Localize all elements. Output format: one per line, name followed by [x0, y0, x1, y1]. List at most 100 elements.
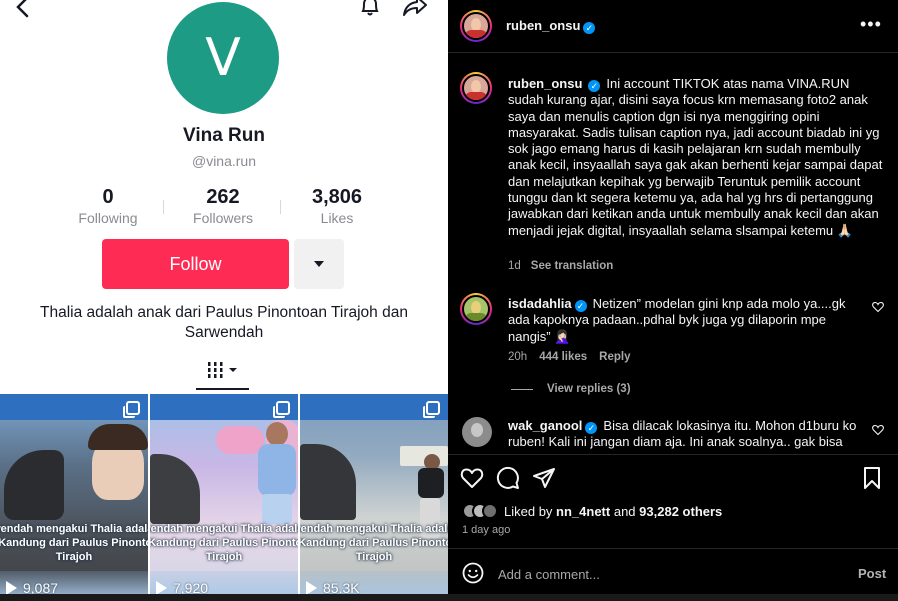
comment: isdadahlia ✓ Netizen” modelan gini knp ada… — [508, 296, 858, 345]
see-translation-link[interactable]: See translation — [531, 260, 613, 272]
divider — [448, 454, 898, 455]
liker-avatar — [482, 503, 498, 519]
video-caption-line: rwendah mengakui Thalia adalah — [150, 523, 298, 535]
play-icon — [306, 581, 317, 595]
video-caption-line: Tirajoh — [355, 551, 393, 563]
stat-label: Followers — [193, 210, 253, 226]
stat-value: 0 — [102, 186, 114, 208]
comment-avatar[interactable] — [462, 417, 492, 447]
stat-divider — [163, 200, 164, 214]
multi-photo-icon — [273, 401, 290, 418]
person-top-image — [418, 468, 444, 498]
liked-by-text: Liked by nn_4nett and 93,282 others — [504, 504, 722, 519]
suggested-accounts-button[interactable] — [294, 239, 344, 289]
notification-bell-icon[interactable] — [358, 0, 382, 18]
comment-username[interactable]: wak_ganool — [508, 418, 582, 433]
instagram-post-panel: ruben_onsu ✓ ••• ruben_onsu ✓ Ini account T… — [448, 0, 898, 601]
stat-likes[interactable]: 3,806 Likes — [282, 186, 392, 226]
header-username[interactable]: ruben_onsu — [506, 18, 580, 33]
avatar-image — [462, 12, 490, 40]
profile-name: Vina Run — [183, 125, 265, 146]
person-legs-image — [262, 494, 292, 524]
more-options-icon[interactable]: ••• — [860, 14, 882, 35]
post-timestamp: 1 day ago — [462, 524, 511, 536]
caption-avatar[interactable] — [460, 72, 492, 104]
caption-meta: 1d See translation — [508, 260, 625, 272]
verified-badge-icon: ✓ — [574, 300, 587, 312]
video-caption-line: ak Kandung dari Paulus Pinontoan — [300, 537, 448, 549]
stat-following[interactable]: 0 Following — [53, 186, 163, 226]
verified-badge-icon: ✓ — [588, 80, 601, 92]
bookmark-icon[interactable] — [860, 466, 884, 490]
replies-line — [511, 388, 533, 390]
emoji-icon[interactable] — [462, 562, 484, 584]
avatar-image — [471, 423, 483, 437]
video-thumbnail[interactable]: rwendah mengakui Thalia adalah ak Kandun… — [300, 394, 448, 601]
liked-by-user[interactable]: nn_4nett — [556, 504, 610, 519]
multi-photo-icon — [423, 401, 440, 418]
header-avatar[interactable] — [460, 10, 492, 42]
video-caption-line: Tirajoh — [55, 551, 93, 563]
verified-badge-icon: ✓ — [583, 22, 596, 34]
car-steering-image — [150, 454, 200, 524]
caption-text: Ini account TIKTOK atas nama VINA.RUN su… — [508, 76, 883, 238]
view-replies-label: View replies (3) — [547, 383, 631, 395]
comment: wak_ganool ✓ Bisa dilacak lokasinya itu. M… — [508, 418, 858, 452]
divider — [448, 548, 898, 549]
video-caption-line: ak Kandung dari Paulus Pinontoan — [150, 537, 298, 549]
active-tab-indicator — [196, 388, 249, 390]
add-comment-input[interactable] — [498, 564, 838, 584]
person-hair-image — [88, 424, 148, 450]
header-username-row[interactable]: ruben_onsu ✓ — [506, 18, 596, 34]
comment-time: 20h — [508, 351, 528, 363]
reply-button[interactable]: Reply — [599, 351, 630, 363]
post-caption: ruben_onsu ✓ Ini account TIKTOK atas nama … — [508, 76, 886, 239]
stat-value: 3,806 — [311, 186, 363, 208]
caret-down-icon — [314, 261, 324, 267]
share-icon[interactable] — [402, 0, 428, 18]
like-heart-icon[interactable] — [460, 466, 484, 490]
tiktok-profile-panel: V Vina Run @vina.run 0 Following 262 Fol… — [0, 0, 448, 601]
liked-by-row[interactable]: Liked by nn_4nett and 93,282 others — [462, 503, 722, 519]
liked-by-others[interactable]: 93,282 others — [639, 504, 722, 519]
comment-likes[interactable]: 444 likes — [539, 351, 587, 363]
video-caption-line: rwendah mengakui Thalia adalah — [300, 523, 448, 535]
stat-followers[interactable]: 262 Followers — [168, 186, 278, 226]
stat-divider — [280, 200, 281, 214]
profile-avatar: V — [167, 2, 279, 114]
tab-videos[interactable] — [196, 358, 248, 384]
like-comment-heart-icon[interactable] — [872, 301, 884, 313]
caption-time: 1d — [508, 260, 521, 272]
profile-bio: Thalia adalah anak dari Paulus Pinontoan… — [40, 304, 408, 341]
post-comment-button[interactable]: Post — [858, 566, 886, 581]
stat-label: Following — [78, 210, 138, 226]
comment-meta: 20h 444 likes Reply — [508, 351, 642, 363]
video-thumbnail[interactable]: rwendah mengakui Thalia adalah ak Kandun… — [150, 394, 298, 601]
video-caption: rwendah mengakui Thalia adalah ak Kandun… — [0, 522, 148, 564]
video-caption-line: Tirajoh — [205, 551, 243, 563]
comment-bubble-icon[interactable] — [496, 466, 520, 490]
follow-button[interactable]: Follow — [102, 239, 289, 289]
like-comment-heart-icon[interactable] — [872, 424, 884, 436]
multi-photo-icon — [123, 401, 140, 418]
play-icon — [156, 581, 167, 595]
stat-label: Likes — [320, 210, 354, 226]
liked-by-and: and — [613, 503, 636, 519]
person-dress-image — [258, 444, 296, 496]
caption-username[interactable]: ruben_onsu — [508, 76, 582, 91]
car-steering-image — [4, 450, 64, 520]
view-replies-button[interactable]: View replies (3) — [511, 383, 631, 395]
video-caption: rwendah mengakui Thalia adalah ak Kandun… — [150, 522, 298, 564]
avatar-image — [462, 74, 490, 102]
video-thumbnail[interactable]: rwendah mengakui Thalia adalah ak Kandun… — [0, 394, 148, 601]
comment-avatar[interactable] — [460, 293, 492, 325]
video-caption-line: ak Kandung dari Paulus Pinontoan — [0, 537, 148, 549]
share-paper-plane-icon[interactable] — [532, 466, 556, 490]
grid-videos-icon — [208, 362, 237, 378]
back-icon[interactable] — [12, 0, 34, 18]
avatar-image — [462, 295, 490, 323]
person-head-image — [266, 422, 288, 446]
car-steering-image — [300, 444, 356, 520]
comment-username[interactable]: isdadahlia — [508, 296, 572, 311]
verified-badge-icon: ✓ — [585, 422, 598, 434]
